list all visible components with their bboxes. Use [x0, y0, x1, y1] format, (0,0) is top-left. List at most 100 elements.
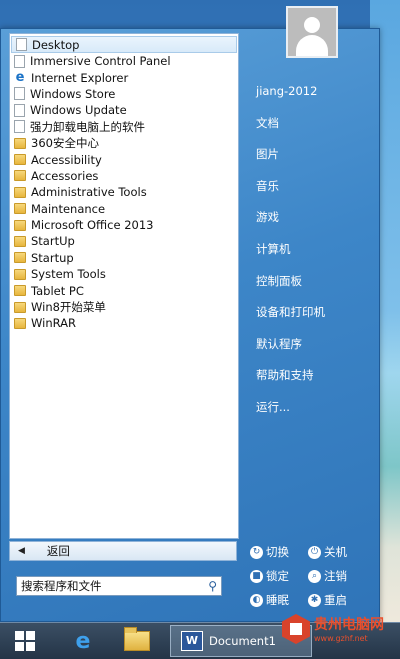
program-label: 强力卸载电脑上的软件: [30, 119, 145, 134]
right-link-item[interactable]: 文档: [256, 116, 374, 148]
folder-icon: [14, 154, 26, 166]
right-link-item[interactable]: 游戏: [256, 210, 374, 242]
file-icon: [14, 87, 25, 101]
back-arrow-icon: ◀: [18, 546, 25, 556]
folder-icon: [14, 235, 26, 247]
user-name-link[interactable]: jiang-2012: [256, 84, 374, 116]
program-item[interactable]: Administrative Tools: [10, 184, 238, 200]
avatar-body-icon: [296, 35, 328, 56]
back-label: 返回: [46, 544, 70, 558]
sleep-icon: ◐: [250, 593, 263, 607]
program-item[interactable]: StartUp: [10, 233, 238, 249]
watermark-url: www.gzhf.net: [314, 634, 368, 643]
program-label: Win8开始菜单: [31, 300, 106, 315]
ie-icon: e: [75, 628, 91, 654]
program-item[interactable]: e Internet Explorer: [10, 69, 238, 85]
right-link-item[interactable]: 控制面板: [256, 274, 374, 306]
program-label: Windows Store: [30, 86, 116, 101]
right-link-item[interactable]: 计算机: [256, 242, 374, 274]
right-link-item[interactable]: 运行...: [256, 400, 374, 432]
right-link-item[interactable]: 设备和打印机: [256, 305, 374, 337]
windows-logo-icon: [15, 631, 35, 651]
site-logo-icon: [282, 614, 310, 644]
file-icon: [16, 38, 27, 51]
program-item[interactable]: WinRAR: [10, 315, 238, 331]
word-window-label: Document1: [209, 634, 276, 648]
program-item[interactable]: Win8开始菜单: [10, 299, 238, 315]
switch-label: 切换: [266, 545, 289, 559]
program-item[interactable]: 强力卸载电脑上的软件: [10, 119, 238, 135]
lock-icon: ■: [250, 569, 263, 583]
right-links: jiang-2012 文档 图片 音乐 游戏 计算机 控制面板 设备和打印机 默认程序 帮助和支…: [256, 84, 374, 432]
start-button[interactable]: [8, 625, 42, 657]
right-link-item[interactable]: 默认程序: [256, 337, 374, 369]
folder-icon: [124, 627, 150, 651]
file-icon: [14, 120, 25, 134]
restart-label: 重启: [324, 593, 347, 607]
program-item[interactable]: Immersive Control Panel: [10, 53, 238, 69]
program-item[interactable]: Maintenance: [10, 201, 238, 217]
power-icon: ⏻: [308, 545, 321, 559]
program-label: System Tools: [31, 267, 106, 282]
taskbar-explorer-button[interactable]: [120, 625, 154, 657]
taskbar-ie-button[interactable]: e: [66, 625, 100, 657]
folder-icon: [14, 137, 26, 149]
program-item[interactable]: Windows Update: [10, 102, 238, 118]
program-item[interactable]: Accessibility: [10, 151, 238, 167]
program-label: StartUp: [31, 234, 75, 249]
shutdown-button[interactable]: ⏻ 关机: [308, 544, 364, 560]
lock-button[interactable]: ■ 锁定: [250, 568, 306, 584]
power-options: ↻ 切换 ⏻ 关机 ■ 锁定 ⌕ 注销 ◐ 睡眠 ✱ 重启: [250, 540, 378, 612]
file-icon: [14, 103, 25, 117]
avatar-head-icon: [304, 17, 320, 33]
logoff-label: 注销: [324, 569, 347, 583]
program-label: Administrative Tools: [31, 185, 147, 200]
folder-icon: [14, 219, 26, 231]
logoff-button[interactable]: ⌕ 注销: [308, 568, 364, 584]
right-link-item[interactable]: 帮助和支持: [256, 368, 374, 400]
folder-icon: [14, 317, 26, 329]
program-item[interactable]: System Tools: [10, 266, 238, 282]
switch-icon: ↻: [250, 545, 263, 559]
program-label: WinRAR: [31, 316, 76, 331]
folder-icon: [14, 186, 26, 198]
watermark: 贵州电脑网 www.gzhf.net: [280, 608, 400, 658]
sleep-label: 睡眠: [266, 593, 289, 607]
program-label: 360安全中心: [31, 136, 99, 151]
shutdown-label: 关机: [324, 545, 347, 559]
program-item[interactable]: Tablet PC: [10, 282, 238, 298]
program-label: Microsoft Office 2013: [31, 218, 154, 233]
program-item[interactable]: Accessories: [10, 168, 238, 184]
back-button[interactable]: ◀ 返回: [9, 541, 237, 561]
program-list: Desktop Immersive Control Panel e Internet …: [10, 34, 238, 332]
program-label: Immersive Control Panel: [30, 54, 171, 69]
program-label: Desktop: [32, 37, 80, 52]
watermark-text: 贵州电脑网: [314, 617, 384, 633]
folder-icon: [14, 170, 26, 182]
user-avatar[interactable]: [286, 6, 338, 58]
logoff-icon: ⌕: [308, 569, 321, 583]
program-label: Maintenance: [31, 201, 106, 216]
program-label: Startup: [31, 250, 74, 265]
ie-icon: e: [15, 70, 25, 86]
program-item[interactable]: Startup: [10, 250, 238, 266]
word-icon: W: [181, 631, 203, 651]
search-input[interactable]: 搜索程序和文件 ⚲: [16, 576, 222, 596]
lock-label: 锁定: [266, 569, 289, 583]
program-item[interactable]: Microsoft Office 2013: [10, 217, 238, 233]
program-label: Accessibility: [31, 152, 102, 167]
program-item[interactable]: Desktop: [11, 36, 237, 53]
folder-icon: [14, 252, 26, 264]
program-list-pane: Desktop Immersive Control Panel e Internet …: [9, 33, 239, 539]
folder-icon: [14, 301, 26, 313]
right-link-item[interactable]: 图片: [256, 147, 374, 179]
switch-user-button[interactable]: ↻ 切换: [250, 544, 306, 560]
right-link-item[interactable]: 音乐: [256, 179, 374, 211]
program-item[interactable]: Windows Store: [10, 86, 238, 102]
program-label: Internet Explorer: [31, 70, 129, 85]
search-icon[interactable]: ⚲: [208, 579, 217, 593]
folder-icon: [14, 268, 26, 280]
program-item[interactable]: 360安全中心: [10, 135, 238, 151]
sleep-button[interactable]: ◐ 睡眠: [250, 592, 306, 608]
restart-button[interactable]: ✱ 重启: [308, 592, 364, 608]
